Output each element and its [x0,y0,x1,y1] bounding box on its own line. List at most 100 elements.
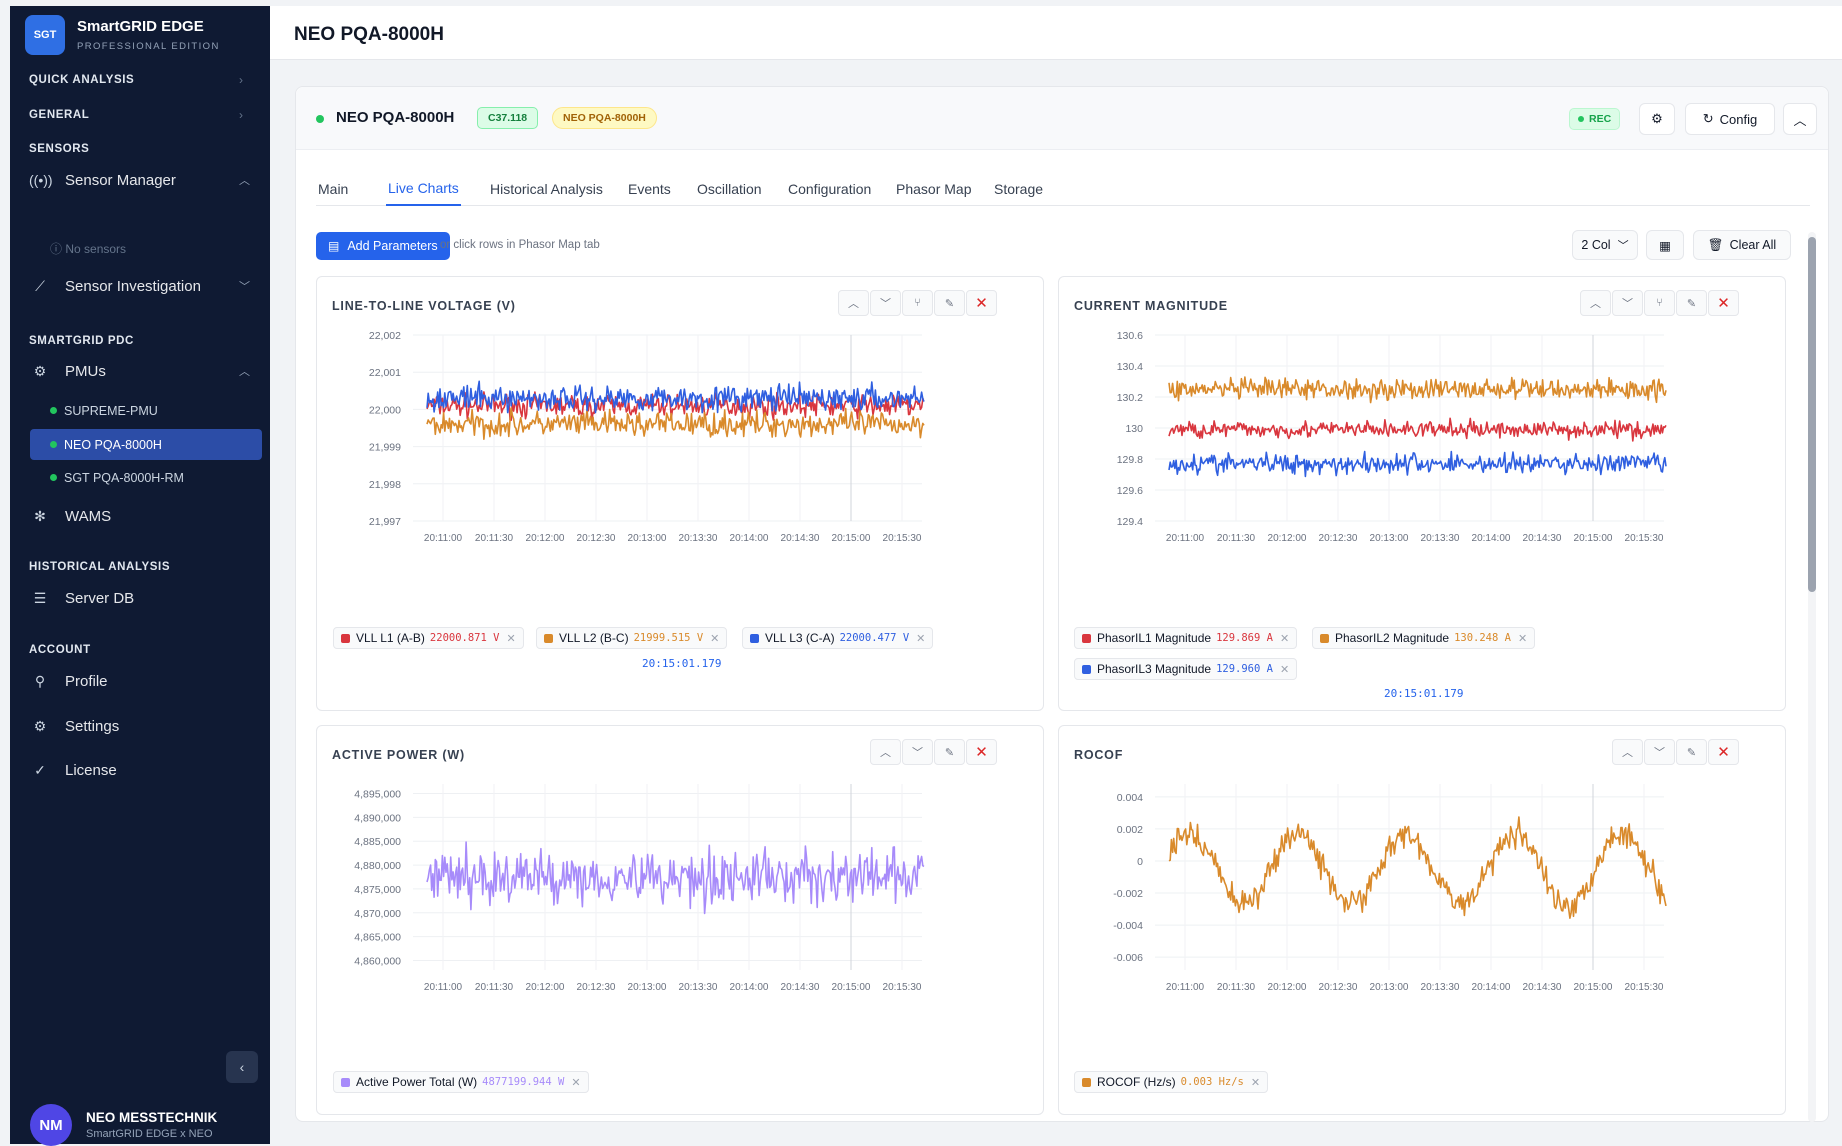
tab-storage[interactable]: Storage [992,172,1045,206]
device-settings-button[interactable]: ⚙ [1639,103,1675,135]
legend-chip[interactable]: ROCOF (Hz/s) 0.003 Hz/s ✕ [1074,1071,1269,1093]
device-panel-header: NEO PQA-8000H C37.118 NEO PQA-8000H REC … [296,87,1828,150]
tab-historical-analysis[interactable]: Historical Analysis [488,172,605,206]
sidebar-item-pmus[interactable]: ⚙ PMUs ︿ [29,357,254,385]
sidebar-section-quick-analysis[interactable]: QUICK ANALYSIS [29,74,134,86]
pmu-label: SGT PQA-8000H-RM [64,470,184,485]
legend-name: PhasorIL1 Magnitude [1097,631,1212,645]
close-icon[interactable]: ✕ [1280,663,1289,676]
add-parameters-button[interactable]: ▤ Add Parameters [316,232,450,260]
merge-button[interactable]: ⑂ [1644,290,1675,316]
status-dot [316,115,324,123]
clear-all-button[interactable]: 🗑 Clear All [1693,230,1791,260]
merge-icon: ⑂ [914,297,921,309]
sidebar-item-sensor-investigation[interactable]: ⟋ Sensor Investigation ﹀ [29,272,254,300]
close-icon[interactable]: ✕ [1251,1076,1260,1089]
legend-chip[interactable]: PhasorIL1 Magnitude 129.869 A ✕ [1074,627,1298,649]
y-tick-label: 21,997 [369,516,401,528]
move-up-button[interactable]: ︿ [838,290,869,316]
network-icon: ✻ [34,507,46,524]
brand[interactable]: SGT SmartGRID EDGE PROFESSIONAL EDITION [25,15,220,55]
sidebar-pmu-supreme[interactable]: SUPREME-PMU [30,395,262,426]
x-tick-label: 20:13:30 [1421,982,1460,993]
edit-button[interactable]: ✎ [934,739,965,765]
tab-bar: Main Live Charts Historical Analysis Eve… [316,172,1810,206]
move-up-button[interactable]: ︿ [1612,739,1643,765]
sidebar-item-sensor-manager[interactable]: ((•)) Sensor Manager ︿ [29,166,254,194]
chart-plot[interactable]: 130.6 130.4 130.2 130 129.8 129.6 129.4 20:11:0… [1059,327,1787,567]
edit-button[interactable]: ✎ [1676,739,1707,765]
rec-badge[interactable]: REC [1569,108,1621,130]
chevron-up-icon: ︿ [239,175,250,187]
legend-chip[interactable]: VLL L2 (B-C) 21999.515 V ✕ [536,627,728,649]
collapse-sidebar-button[interactable]: ‹ [226,1051,258,1083]
edit-button[interactable]: ✎ [1676,290,1707,316]
close-icon[interactable]: ✕ [710,632,719,645]
y-tick-label: 4,880,000 [354,860,401,872]
tab-phasor-map[interactable]: Phasor Map [894,172,973,206]
edit-button[interactable]: ✎ [934,290,965,316]
sidebar-item-settings[interactable]: ⚙ Settings [29,712,254,740]
y-tick-label: 4,875,000 [354,884,401,896]
close-icon[interactable]: ✕ [571,1076,580,1089]
device-name: NEO PQA-8000H [336,109,455,126]
y-tick-label: 22,001 [369,367,401,379]
move-down-button[interactable]: ﹀ [870,290,901,316]
remove-chart-button[interactable]: ✕ [966,739,997,765]
close-icon[interactable]: ✕ [506,632,515,645]
move-down-button[interactable]: ﹀ [1612,290,1643,316]
user-profile[interactable]: NM NEO MESSTECHNIK SmartGRID EDGE x NEO [30,1104,217,1146]
sidebar-item-label: Sensor Manager [65,171,176,189]
device-panel: NEO PQA-8000H C37.118 NEO PQA-8000H REC … [295,86,1829,1122]
y-tick-label: -0.004 [1113,920,1143,932]
legend-chip[interactable]: Active Power Total (W) 4877199.944 W ✕ [333,1071,589,1093]
tab-live-charts[interactable]: Live Charts [386,172,461,206]
tab-oscillation[interactable]: Oscillation [695,172,764,206]
move-down-button[interactable]: ﹀ [902,739,933,765]
sidebar-pmu-sgt[interactable]: SGT PQA-8000H-RM [30,462,262,493]
config-button[interactable]: ↻ Config [1685,103,1775,135]
chart-plot[interactable]: 0.004 0.002 0 -0.002 -0.004 -0.006 20:11:00 20:… [1059,776,1787,1016]
legend-value: 129.869 A [1216,632,1273,644]
sidebar-pmu-neo[interactable]: NEO PQA-8000H [30,429,262,460]
collapse-panel-button[interactable]: ︿ [1783,103,1817,135]
legend-chip[interactable]: VLL L1 (A-B) 22000.871 V ✕ [333,627,524,649]
avatar: NM [30,1104,72,1146]
legend-chip[interactable]: PhasorIL2 Magnitude 130.248 A ✕ [1312,627,1536,649]
sidebar-item-license[interactable]: ✓ License [29,756,254,784]
legend-value-number: 130.248 [1454,632,1499,644]
move-up-button[interactable]: ︿ [1580,290,1611,316]
legend-chip[interactable]: PhasorIL3 Magnitude 129.960 A ✕ [1074,658,1298,680]
tab-configuration[interactable]: Configuration [786,172,873,206]
move-up-button[interactable]: ︿ [870,739,901,765]
chart-plot[interactable]: 4,895,000 4,890,000 4,885,000 4,880,000 4,87… [317,776,1045,1016]
legend-chip[interactable]: VLL L3 (C-A) 22000.477 V ✕ [742,627,934,649]
chevron-up-icon: ︿ [1590,298,1601,310]
close-icon[interactable]: ✕ [916,632,925,645]
scrollbar-thumb[interactable] [1808,237,1816,592]
pmu-label: NEO PQA-8000H [64,437,162,452]
remove-chart-button[interactable]: ✕ [1708,739,1739,765]
sidebar-item-server-db[interactable]: ☰ Server DB [29,584,254,612]
sidebar-item-profile[interactable]: ⚲ Profile [29,667,254,695]
close-icon[interactable]: ✕ [1280,632,1289,645]
merge-button[interactable]: ⑂ [902,290,933,316]
close-icon: ✕ [975,744,988,761]
x-tick-label: 20:13:30 [679,982,718,993]
column-select[interactable]: 2 Col ﹀ [1572,230,1638,260]
y-tick-label: 21,998 [369,479,401,491]
pencil-icon: ✎ [944,297,955,310]
move-down-button[interactable]: ﹀ [1644,739,1675,765]
layout-grid-button[interactable]: ▦ [1646,230,1684,260]
chart-plot[interactable]: 22,002 22,001 22,000 21,999 21,998 21,997 20:1… [317,327,1045,567]
remove-chart-button[interactable]: ✕ [1708,290,1739,316]
close-icon[interactable]: ✕ [1518,632,1527,645]
tab-main[interactable]: Main [316,172,350,206]
gear-icon: ⚙ [1651,111,1663,126]
sidebar-item-wams[interactable]: ✻ WAMS [29,502,254,530]
x-tick-label: 20:14:00 [730,982,769,993]
remove-chart-button[interactable]: ✕ [966,290,997,316]
chart-controls: ︿ ﹀ ⑂ ✎ ✕ [1579,290,1739,316]
sidebar-section-general[interactable]: GENERAL [29,109,89,121]
tab-events[interactable]: Events [626,172,673,206]
